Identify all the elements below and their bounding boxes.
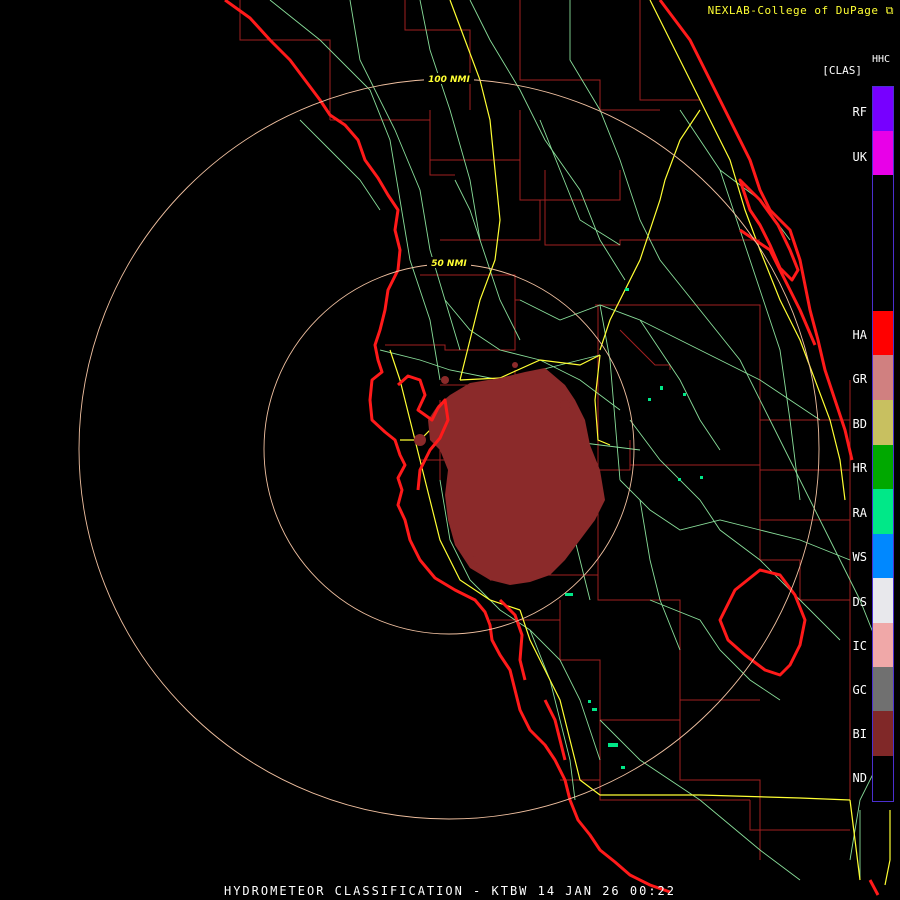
legend-swatch-ra	[873, 489, 893, 534]
legend-swatch-uk	[873, 131, 893, 175]
legend-class-hr: HR	[852, 461, 867, 475]
legend-class-ra: RA	[852, 506, 867, 520]
legend-swatch-ds	[873, 578, 893, 623]
legend-class-nd: ND	[852, 771, 867, 785]
legend-swatch-ha	[873, 311, 893, 355]
range-label-100: 100 NMI	[428, 75, 470, 85]
external-link-icon[interactable]: ⧉	[886, 4, 894, 17]
legend-swatch-ic	[873, 623, 893, 667]
legend-swatch-gc	[873, 667, 893, 711]
legend-swatch-bd	[873, 400, 893, 445]
legend-swatch-hr	[873, 445, 893, 489]
legend-colorbar	[872, 86, 894, 802]
range-label-50: 50 NMI	[431, 259, 467, 269]
legend-class-ds: DS	[852, 595, 867, 609]
legend-class-ws: WS	[852, 550, 867, 564]
credit-label: NEXLAB-College of DuPage ⧉	[708, 4, 894, 18]
legend-class-gr: GR	[852, 372, 867, 386]
legend-product-code: HHC	[871, 54, 890, 65]
legend-class-ha: HA	[852, 328, 867, 342]
legend-class-rf: RF	[852, 105, 867, 119]
legend-swatch-rf	[873, 87, 893, 131]
classification-legend: HHC [CLAS] RF UK HA GR BD HR RA WS DS IC…	[790, 50, 900, 810]
legend-swatch-ws	[873, 534, 893, 578]
legend-swatch-nd	[873, 756, 893, 801]
radar-map: 50 NMI 100 NMI	[78, 0, 891, 896]
legend-class-gc: GC	[852, 683, 867, 697]
legend-class-bd: BD	[852, 417, 867, 431]
legend-class-bi: BI	[852, 727, 867, 741]
radar-echoes	[414, 362, 605, 585]
credit-text: NEXLAB-College of DuPage	[707, 4, 879, 17]
legend-class-uk: UK	[852, 150, 867, 164]
legend-label: [CLAS]	[822, 64, 862, 77]
legend-swatch-gr	[873, 355, 893, 400]
legend-class-ic: IC	[852, 639, 867, 653]
product-title: HYDROMETEOR CLASSIFICATION - KTBW 14 JAN…	[223, 884, 676, 898]
legend-swatch-bi	[873, 711, 893, 756]
